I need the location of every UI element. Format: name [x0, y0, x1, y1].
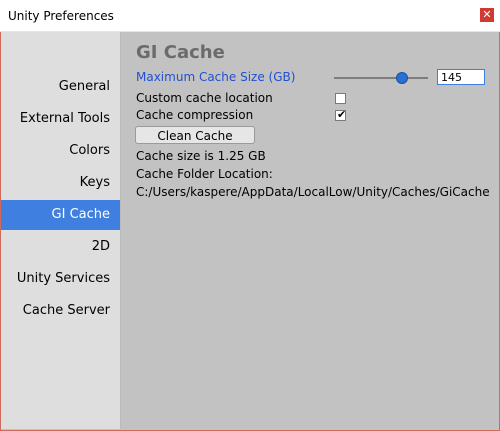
- sidebar-item-keys[interactable]: Keys: [80, 175, 110, 190]
- window-body: General External Tools Colors Keys GI Ca…: [0, 32, 500, 431]
- cache-compression-checkbox[interactable]: ✔: [335, 108, 347, 121]
- page-title: GI Cache: [136, 42, 225, 63]
- sidebar-item-external-tools[interactable]: External Tools: [20, 111, 110, 126]
- max-cache-size-slider[interactable]: [334, 77, 428, 79]
- sidebar-item-gi-cache[interactable]: GI Cache: [1, 200, 120, 230]
- gi-cache-panel: GI Cache Maximum Cache Size (GB) 145 Cus…: [121, 32, 499, 430]
- sidebar-item-cache-server[interactable]: Cache Server: [23, 303, 110, 318]
- window-title: Unity Preferences: [8, 9, 114, 23]
- sidebar-item-unity-services[interactable]: Unity Services: [17, 271, 110, 286]
- cache-size-text: Cache size is 1.25 GB: [136, 149, 266, 163]
- checkmark-icon: ✔: [337, 108, 347, 121]
- sidebar-item-colors[interactable]: Colors: [69, 143, 110, 158]
- close-button[interactable]: ✕: [480, 8, 494, 22]
- clean-cache-button[interactable]: Clean Cache: [135, 126, 255, 144]
- slider-thumb[interactable]: [395, 72, 408, 84]
- custom-cache-location-checkbox[interactable]: [335, 93, 346, 104]
- cache-folder-location-label: Cache Folder Location:: [136, 167, 273, 181]
- preferences-sidebar: General External Tools Colors Keys GI Ca…: [1, 32, 121, 429]
- sidebar-item-general[interactable]: General: [59, 79, 110, 94]
- max-cache-size-input[interactable]: 145: [437, 69, 485, 85]
- title-bar[interactable]: Unity Preferences ✕: [0, 0, 500, 32]
- sidebar-item-2d[interactable]: 2D: [92, 239, 110, 254]
- cache-compression-label: Cache compression: [136, 108, 254, 122]
- preferences-window: Unity Preferences ✕ General External Too…: [0, 0, 500, 431]
- max-cache-size-label: Maximum Cache Size (GB): [136, 70, 296, 84]
- cache-folder-path: C:/Users/kaspere/AppData/LocalLow/Unity/…: [136, 185, 490, 199]
- custom-cache-location-label: Custom cache location: [136, 91, 273, 105]
